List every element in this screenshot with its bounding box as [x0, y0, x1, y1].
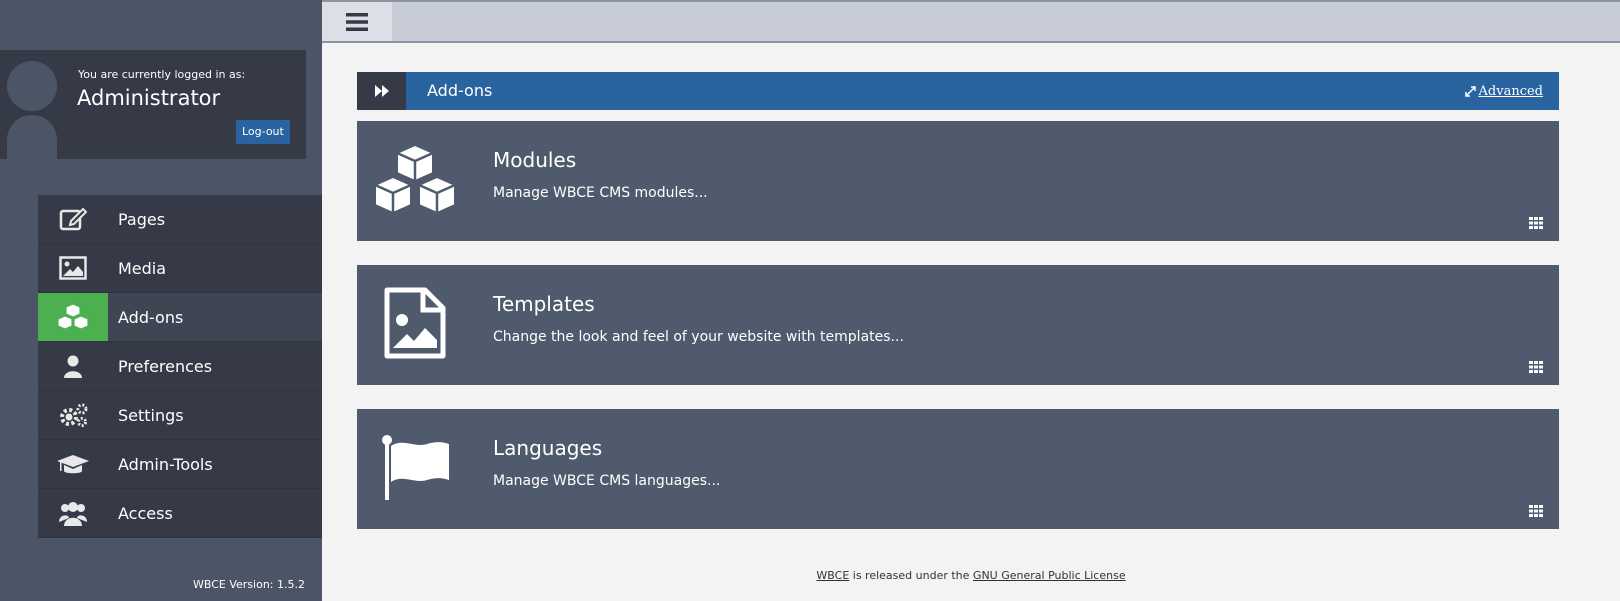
version-label: WBCE Version: 1.5.2 [193, 578, 305, 591]
sidebar-item-media[interactable]: Media [38, 244, 322, 293]
page-title: Add-ons [427, 81, 493, 100]
grid-icon[interactable] [1529, 361, 1543, 373]
user-name: Administrator [77, 86, 221, 110]
expand-icon [1464, 86, 1476, 97]
user-icon [38, 342, 108, 390]
grid-icon[interactable] [1529, 217, 1543, 229]
grid-icon[interactable] [1529, 505, 1543, 517]
sidebar-item-settings[interactable]: Settings [38, 391, 322, 440]
advanced-label: Advanced [1478, 84, 1543, 99]
sidebar-item-access[interactable]: Access [38, 489, 322, 538]
graduation-cap-icon [38, 440, 108, 488]
card-description: Manage WBCE CMS languages... [493, 473, 721, 489]
flag-icon [369, 427, 461, 507]
gears-icon [38, 391, 108, 439]
sidebar-item-addons[interactable]: Add-ons [38, 293, 322, 342]
cubes-icon [369, 139, 461, 219]
users-icon [38, 489, 108, 537]
logout-button[interactable]: Log-out [236, 120, 290, 144]
sidebar-item-admin-tools[interactable]: Admin-Tools [38, 440, 322, 489]
sidebar-item-label: Preferences [118, 356, 213, 376]
card-modules[interactable]: Modules Manage WBCE CMS modules... [357, 121, 1559, 241]
advanced-link[interactable]: Advanced [1464, 84, 1543, 99]
image-icon [38, 244, 108, 292]
avatar [5, 60, 59, 159]
user-panel: You are currently logged in as: Administ… [0, 50, 306, 159]
card-languages[interactable]: Languages Manage WBCE CMS languages... [357, 409, 1559, 529]
card-title: Languages [493, 436, 603, 460]
wbce-link[interactable]: WBCE [816, 569, 849, 582]
footer-text: is released under the [849, 569, 973, 582]
logged-in-label: You are currently logged in as: [78, 68, 246, 81]
sidebar-item-pages[interactable]: Pages [38, 195, 322, 244]
double-chevron-right-icon [357, 72, 406, 110]
sidebar-item-preferences[interactable]: Preferences [38, 342, 322, 391]
menu-toggle-button[interactable] [322, 2, 392, 41]
file-image-icon [369, 283, 461, 363]
card-templates[interactable]: Templates Change the look and feel of yo… [357, 265, 1559, 385]
top-bar [322, 0, 1620, 43]
card-description: Manage WBCE CMS modules... [493, 185, 708, 201]
edit-icon [38, 195, 108, 243]
sidebar-item-label: Settings [118, 405, 184, 425]
footer: WBCE is released under the GNU General P… [322, 569, 1620, 582]
sidebar-item-label: Pages [118, 209, 166, 229]
sidebar-item-label: Access [118, 503, 173, 523]
sidebar-item-label: Media [118, 258, 167, 278]
license-link[interactable]: GNU General Public License [973, 569, 1126, 582]
sidebar-item-label: Add-ons [118, 307, 184, 327]
hamburger-icon [346, 12, 368, 31]
sidebar-item-label: Admin-Tools [118, 454, 213, 474]
sidebar: You are currently logged in as: Administ… [0, 0, 322, 601]
card-title: Templates [493, 292, 595, 316]
card-description: Change the look and feel of your website… [493, 329, 904, 345]
section-header: Add-ons Advanced [357, 72, 1559, 110]
sidebar-nav: Pages Media Add-ons Preferences Settings… [38, 195, 322, 538]
cubes-icon [38, 293, 108, 341]
card-title: Modules [493, 148, 577, 172]
